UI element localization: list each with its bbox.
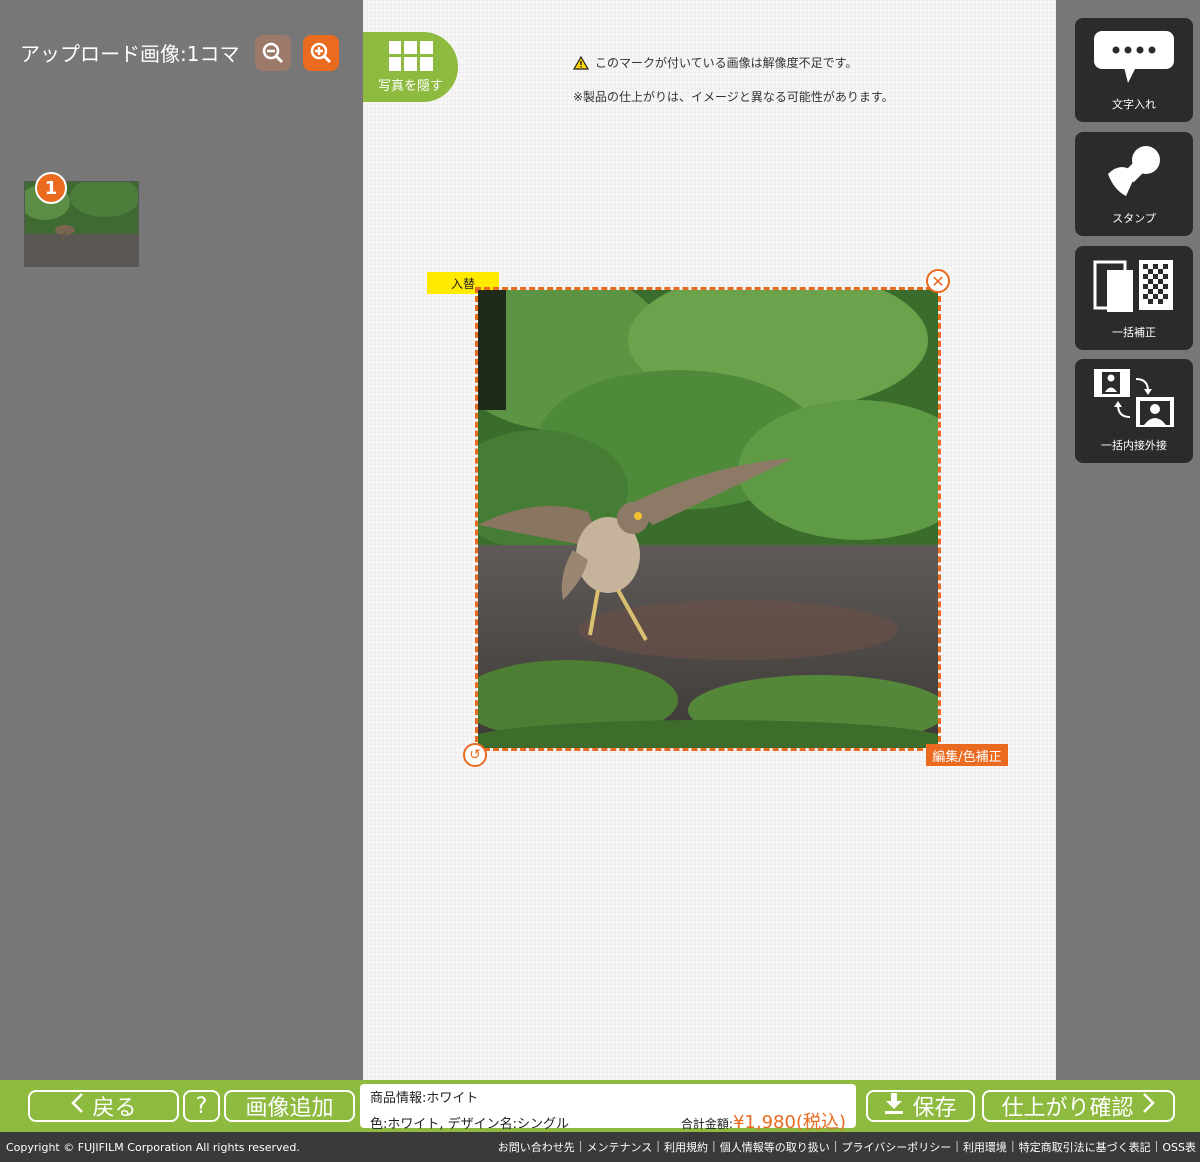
save-button[interactable]: 保存: [866, 1090, 975, 1122]
total-price: ¥1,980(税込): [732, 1112, 846, 1133]
total-label: 合計金額:: [680, 1117, 733, 1131]
text-insert-label: 文字入れ: [1112, 98, 1156, 111]
preview-finish-button[interactable]: 仕上がり確認: [982, 1090, 1175, 1122]
stamp-tool[interactable]: スタンプ: [1075, 132, 1193, 236]
product-info-box: 商品情報:ホワイト 色:ホワイト, デザイン名:シングル 合計金額:¥1,980…: [360, 1084, 856, 1133]
stamp-label: スタンプ: [1112, 212, 1156, 225]
action-bar: 戻る ? 画像追加 商品情報:ホワイト 色:ホワイト, デザイン名:シングル 合…: [0, 1080, 1200, 1133]
rotate-icon: ↺: [469, 747, 481, 763]
back-label: 戻る: [92, 1096, 137, 1121]
close-icon: ✕: [931, 271, 945, 291]
link-maintenance[interactable]: メンテナンス: [583, 1139, 657, 1155]
zoom-out-icon: [262, 42, 284, 64]
editor-canvas: 写真を隠す このマークが付いている画像は解像度不足です。 ※製品の仕上がりは、イ…: [363, 0, 1056, 1080]
copyright-text: Copyright © FUJIFILM Corporation All rig…: [6, 1140, 300, 1154]
bird-photo: [478, 290, 938, 748]
product-detail-text: 色:ホワイト, デザイン名:シングル: [370, 1117, 570, 1132]
bulk-fit-label: 一括内接外接: [1101, 439, 1167, 452]
zoom-in-button[interactable]: [303, 35, 339, 71]
link-personal-info[interactable]: 個人情報等の取り扱い: [716, 1139, 834, 1155]
bulk-fit-tool[interactable]: 一括内接外接: [1075, 359, 1193, 463]
bulk-correction-icon: [1093, 260, 1173, 312]
upload-panel: アップロード画像:1コマ 1: [0, 0, 363, 1080]
footer-links: お問い合わせ先 | メンテナンス | 利用規約 | 個人情報等の取り扱い | プライバシ…: [494, 1139, 1200, 1155]
link-terms[interactable]: 利用規約: [660, 1139, 712, 1155]
zoom-out-button[interactable]: [255, 35, 291, 71]
grid-icon: [388, 40, 433, 71]
hide-photos-button[interactable]: 写真を隠す: [363, 32, 458, 102]
link-privacy[interactable]: プライバシーポリシー: [837, 1139, 955, 1155]
upload-count-title: アップロード画像:1コマ: [20, 42, 240, 66]
speech-bubble-icon: [1094, 31, 1174, 83]
help-button[interactable]: ?: [183, 1090, 220, 1122]
resolution-warning: このマークが付いている画像は解像度不足です。: [573, 54, 857, 71]
preview-label: 仕上がり確認: [1001, 1096, 1134, 1121]
save-label: 保存: [912, 1096, 957, 1121]
copyright-bar: Copyright © FUJIFILM Corporation All rig…: [0, 1132, 1200, 1162]
fit-fill-icon: [1094, 369, 1174, 427]
link-commercial-law[interactable]: 特定商取引法に基づく表記: [1015, 1139, 1155, 1155]
back-button[interactable]: 戻る: [28, 1090, 179, 1122]
rotate-photo-button[interactable]: ↺: [463, 743, 487, 767]
photo-frame[interactable]: [475, 287, 941, 751]
link-oss[interactable]: OSS表: [1158, 1139, 1200, 1155]
link-contact[interactable]: お問い合わせ先: [494, 1139, 579, 1155]
chevron-left-icon: [70, 1092, 84, 1120]
stamp-icon: [1108, 146, 1160, 196]
remove-photo-button[interactable]: ✕: [926, 269, 950, 293]
hide-photos-label: 写真を隠す: [377, 78, 443, 94]
link-environment[interactable]: 利用環境: [959, 1139, 1011, 1155]
zoom-in-icon: [310, 42, 332, 64]
thumbnail-number-badge: 1: [35, 172, 67, 204]
text-insert-tool[interactable]: 文字入れ: [1075, 18, 1193, 122]
bulk-correction-tool[interactable]: 一括補正: [1075, 246, 1193, 350]
product-note: ※製品の仕上がりは、イメージと異なる可能性があります。: [573, 90, 894, 104]
bulk-correction-label: 一括補正: [1112, 326, 1156, 339]
download-icon: [884, 1092, 904, 1120]
product-info-text: 商品情報:ホワイト: [370, 1091, 479, 1106]
warning-text: このマークが付いている画像は解像度不足です。: [595, 56, 858, 70]
tool-panel: 文字入れ スタンプ 一括補正 一括内接外接: [1056, 0, 1200, 1080]
chevron-right-icon: [1142, 1092, 1156, 1120]
warning-icon: [573, 55, 589, 70]
edit-color-correct-button[interactable]: 編集/色補正: [926, 744, 1008, 766]
add-image-button[interactable]: 画像追加: [224, 1090, 355, 1122]
